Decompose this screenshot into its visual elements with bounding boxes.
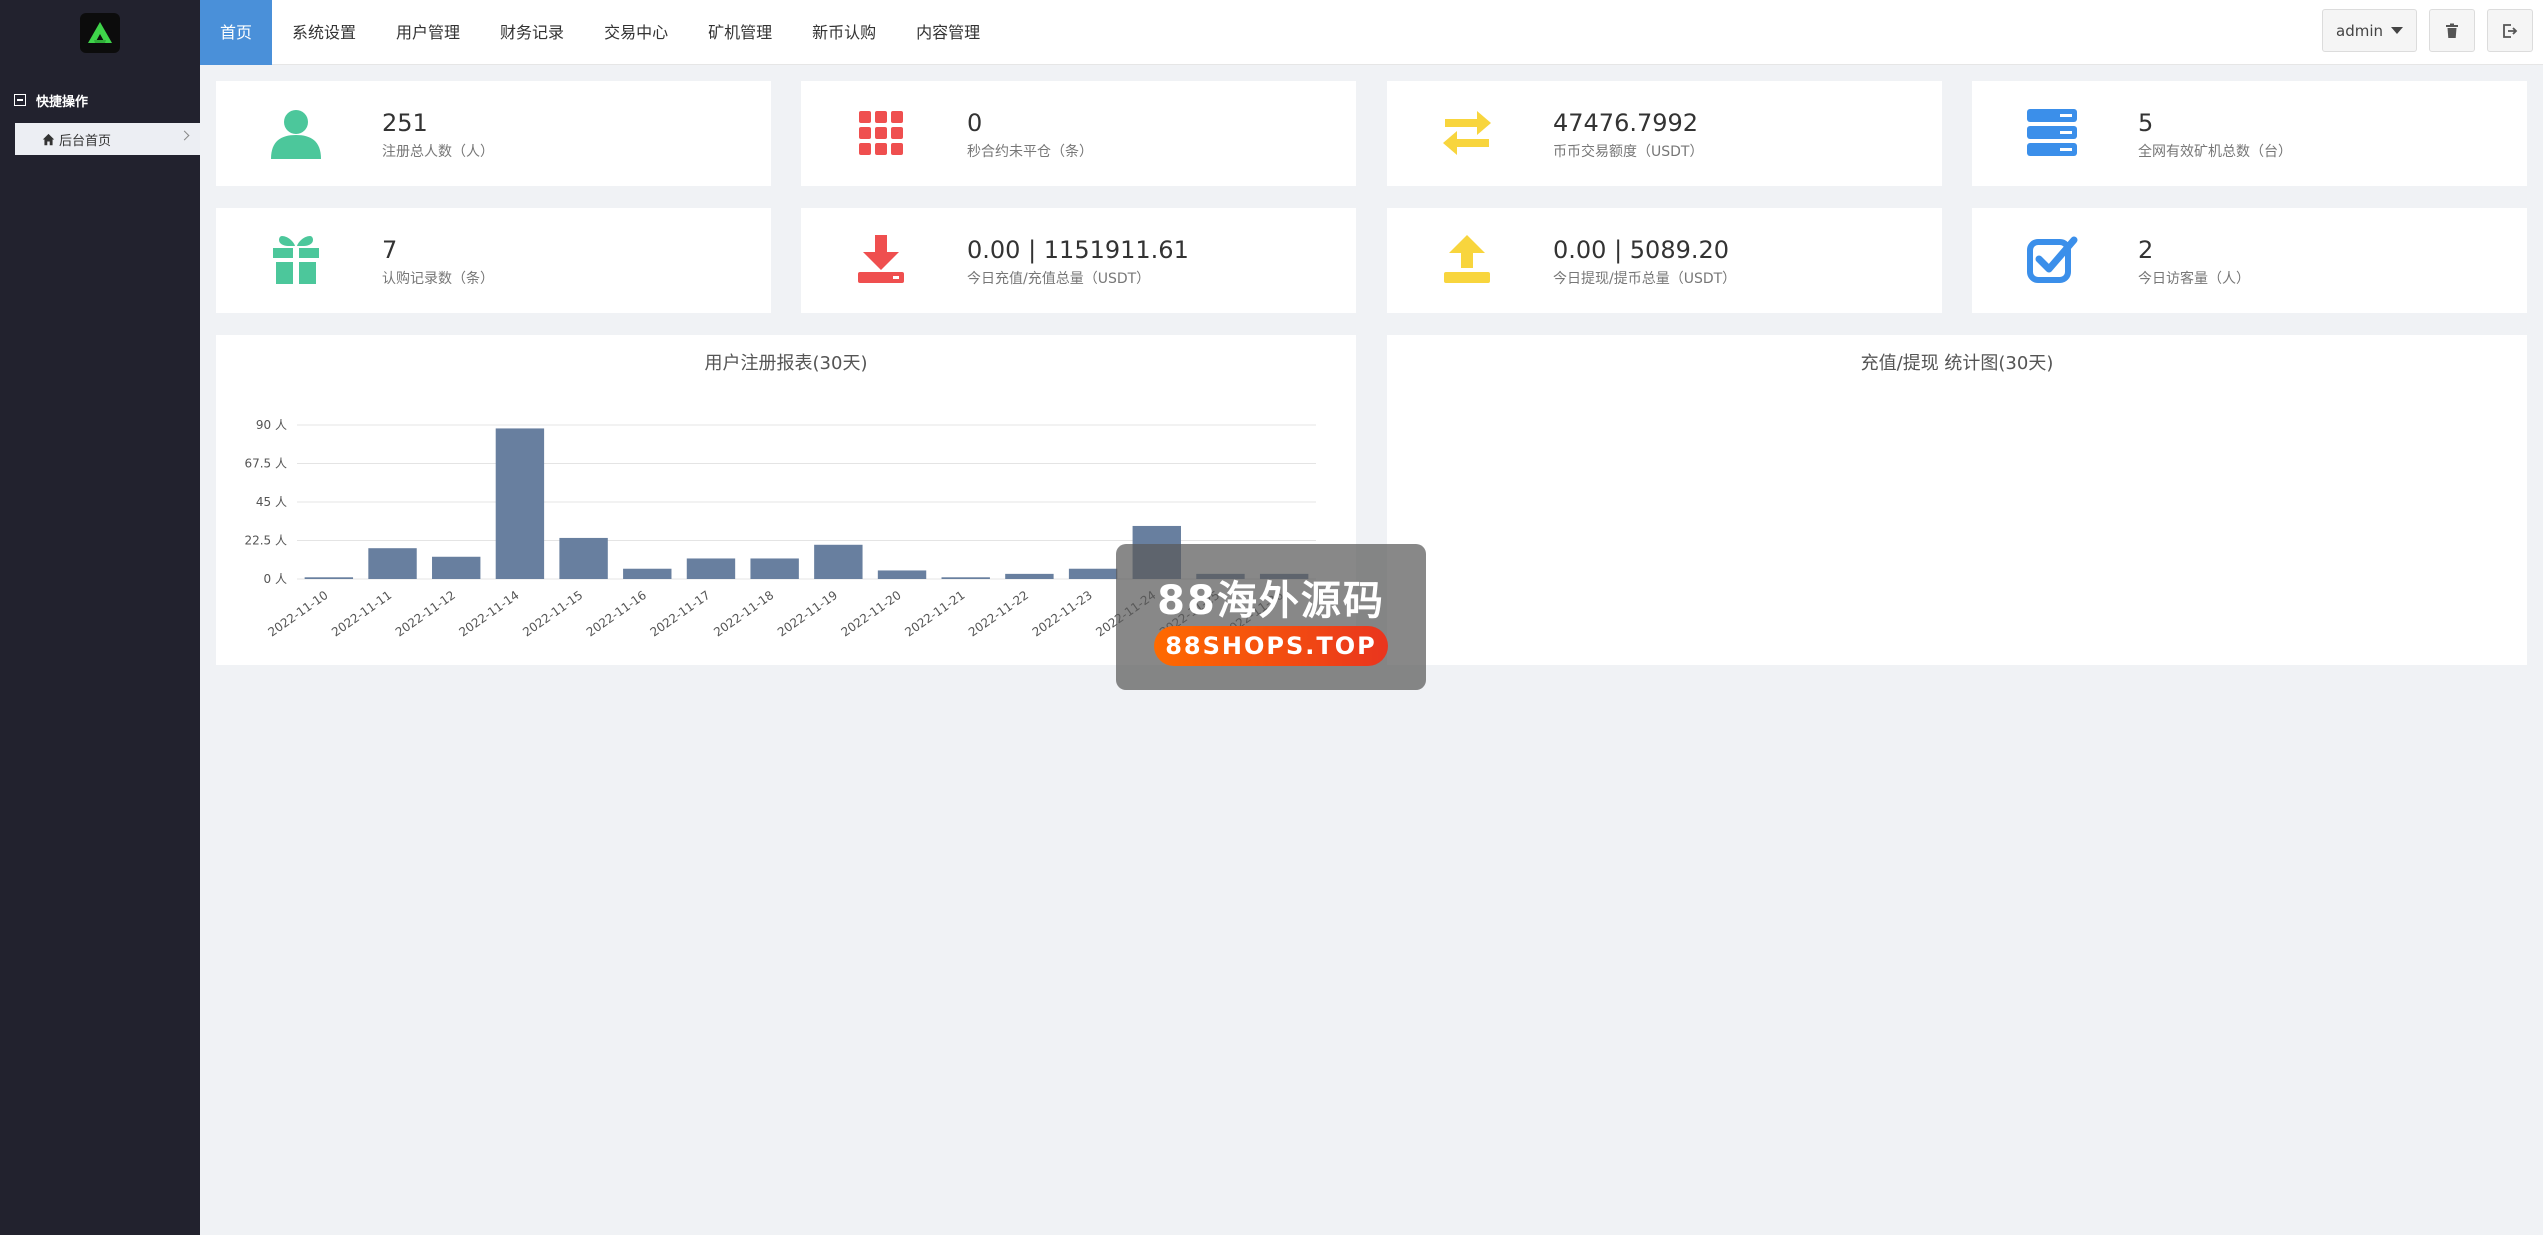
nav-new-coin-subscription[interactable]: 新币认购 xyxy=(792,0,896,65)
chart-title: 充值/提现 统计图(30天) xyxy=(1860,353,2054,374)
stat-card-withdrawals[interactable]: 0.00 | 5089.20 今日提现/提币总量（USDT） xyxy=(1387,208,1942,313)
stat-value: 2 xyxy=(2138,236,2154,264)
y-tick-label: 0 人 xyxy=(264,572,287,586)
gift-icon xyxy=(273,236,319,284)
quick-actions-title: 快捷操作 xyxy=(36,94,89,110)
bar xyxy=(941,577,990,579)
logo-icon xyxy=(88,21,112,43)
checkbox-icon xyxy=(2027,236,2078,283)
bar xyxy=(877,570,927,579)
bar xyxy=(686,558,736,579)
logo[interactable] xyxy=(80,12,120,53)
y-tick-label: 67.5 人 xyxy=(244,457,287,471)
server-icon xyxy=(2027,109,2077,156)
x-tick-label: 2022-11-11 xyxy=(329,588,394,639)
x-tick-label: 2022-11-21 xyxy=(902,588,967,639)
watermark-overlay: 88海外源码 88SHOPS.TOP xyxy=(1116,544,1426,690)
stat-label: 秒合约未平仓（条） xyxy=(967,144,1093,160)
nav-miner-management[interactable]: 矿机管理 xyxy=(688,0,792,65)
stat-label: 注册总人数（人） xyxy=(382,144,494,160)
user-icon xyxy=(271,110,321,159)
x-tick-label: 2022-11-15 xyxy=(520,588,585,639)
upload-icon xyxy=(1444,235,1490,283)
stat-card-active-miners[interactable]: 5 全网有效矿机总数（台） xyxy=(1972,81,2527,186)
bar xyxy=(750,558,799,579)
home-icon xyxy=(42,133,55,145)
stat-label: 全网有效矿机总数（台） xyxy=(2138,144,2292,160)
stat-card-open-contracts[interactable]: 0 秒合约未平仓（条） xyxy=(801,81,1356,186)
stat-value: 251 xyxy=(382,109,428,137)
nav-trading-center[interactable]: 交易中心 xyxy=(584,0,688,65)
nav-content-management[interactable]: 内容管理 xyxy=(896,0,1000,65)
main-nav: 首页 系统设置 用户管理 财务记录 交易中心 矿机管理 新币认购 内容管理 xyxy=(200,0,2543,65)
stat-label: 今日访客量（人） xyxy=(2138,271,2250,287)
admin-username: admin xyxy=(2336,21,2383,40)
sidebar-item-label: 后台首页 xyxy=(59,133,112,149)
stat-label: 今日充值/充值总量（USDT） xyxy=(967,271,1151,287)
bar xyxy=(304,577,354,579)
bar xyxy=(1005,573,1054,579)
y-tick-label: 22.5 人 xyxy=(244,534,287,548)
nav-user-management[interactable]: 用户管理 xyxy=(376,0,480,65)
bar xyxy=(368,548,417,579)
bar xyxy=(432,556,481,579)
watermark-title: 88海外源码 xyxy=(1157,578,1385,624)
x-tick-label: 2022-11-20 xyxy=(839,588,904,639)
stat-card-coin-trade-volume[interactable]: 47476.7992 币币交易额度（USDT） xyxy=(1387,81,1942,186)
logout-icon xyxy=(2503,23,2518,38)
bar xyxy=(814,544,863,579)
stat-value: 0.00 | 1151911.61 xyxy=(967,236,1189,264)
nav-system-settings[interactable]: 系统设置 xyxy=(272,0,376,65)
stat-value: 47476.7992 xyxy=(1553,109,1699,137)
chevron-right-icon xyxy=(179,130,190,141)
x-tick-label: 2022-11-19 xyxy=(775,588,840,639)
sidebar-item-dashboard[interactable]: 后台首页 xyxy=(15,123,200,155)
stat-label: 币币交易额度（USDT） xyxy=(1553,144,1704,160)
stat-value: 0 xyxy=(967,109,983,137)
x-tick-label: 2022-11-18 xyxy=(711,588,776,639)
stat-card-visitors-today[interactable]: 2 今日访客量（人） xyxy=(1972,208,2527,313)
x-tick-label: 2022-11-10 xyxy=(265,588,330,639)
bar xyxy=(1068,568,1118,579)
x-tick-label: 2022-11-16 xyxy=(584,588,649,639)
watermark-url: 88SHOPS.TOP xyxy=(1154,626,1388,666)
nav-finance-records[interactable]: 财务记录 xyxy=(480,0,584,65)
x-tick-label: 2022-11-22 xyxy=(966,588,1031,639)
y-tick-label: 90 人 xyxy=(256,418,287,432)
bar xyxy=(623,568,672,579)
logo-area xyxy=(0,0,200,65)
logout-button[interactable] xyxy=(2487,9,2533,52)
exchange-arrows-icon xyxy=(1443,111,1491,155)
topbar: 首页 系统设置 用户管理 财务记录 交易中心 矿机管理 新币认购 内容管理 ad… xyxy=(200,0,2543,65)
stat-label: 认购记录数（条） xyxy=(382,271,494,287)
stat-card-registered-users[interactable]: 251 注册总人数（人） xyxy=(216,81,771,186)
stat-label: 今日提现/提币总量（USDT） xyxy=(1553,271,1737,287)
nav-home[interactable]: 首页 xyxy=(200,0,273,65)
y-tick-label: 45 人 xyxy=(256,495,287,509)
x-tick-label: 2022-11-12 xyxy=(393,588,458,639)
stat-value: 7 xyxy=(382,236,398,264)
grid-icon xyxy=(859,111,903,155)
sidebar: 快捷操作 后台首页 xyxy=(0,0,200,1235)
bar xyxy=(559,537,608,579)
stat-card-deposits[interactable]: 0.00 | 1151911.61 今日充值/充值总量（USDT） xyxy=(801,208,1356,313)
admin-dropdown[interactable]: admin xyxy=(2322,9,2417,52)
stat-card-subscription-records[interactable]: 7 认购记录数（条） xyxy=(216,208,771,313)
trash-icon xyxy=(2446,23,2458,38)
quick-actions-header[interactable]: 快捷操作 xyxy=(0,88,200,112)
x-tick-label: 2022-11-14 xyxy=(456,588,521,639)
clear-cache-button[interactable] xyxy=(2429,9,2475,52)
stat-value: 5 xyxy=(2138,109,2154,137)
bar xyxy=(495,428,545,579)
stat-value: 0.00 | 5089.20 xyxy=(1553,236,1730,264)
x-tick-label: 2022-11-23 xyxy=(1030,588,1095,639)
collapse-icon xyxy=(14,94,26,106)
x-tick-label: 2022-11-17 xyxy=(648,588,713,639)
topbar-actions: admin xyxy=(2322,9,2533,52)
deposit-withdraw-chart-panel: 充值/提现 统计图(30天) xyxy=(1387,335,2527,665)
caret-down-icon xyxy=(2391,27,2403,34)
download-icon xyxy=(858,235,904,283)
